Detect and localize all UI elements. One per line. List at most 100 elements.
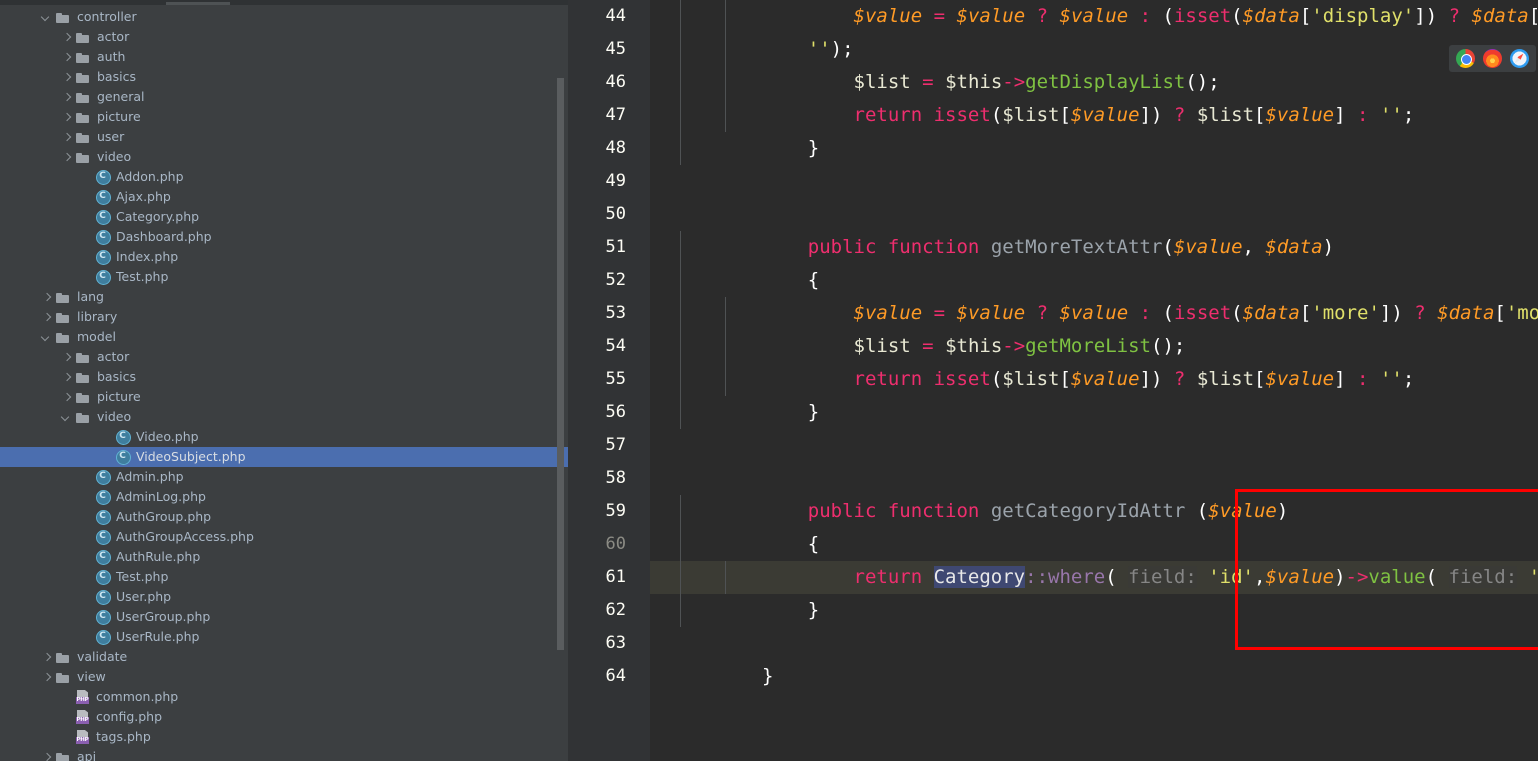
chevron-right-icon[interactable] [60, 91, 73, 104]
chevron-right-icon[interactable] [40, 651, 53, 664]
code-line-49[interactable] [762, 198, 1538, 231]
tree-item-basics[interactable]: basics [0, 367, 568, 387]
code-line-45[interactable]: $list = $this->getDisplayList(); [762, 66, 1538, 99]
chevron-right-icon[interactable] [60, 71, 73, 84]
code-line-54[interactable]: return isset($list[$value]) ? $list[$val… [762, 363, 1538, 396]
code-line-60[interactable]: return Category::where( field: 'id',$val… [762, 561, 1538, 594]
tree-item-video[interactable]: video [0, 407, 568, 427]
project-tree-panel[interactable]: controller actor auth basics general picture u… [0, 0, 568, 761]
chrome-icon[interactable] [1456, 49, 1475, 68]
tree-item-label: Video.php [136, 429, 199, 444]
chevron-down-icon[interactable] [40, 331, 53, 344]
tree-item-test-php[interactable]: Test.php [0, 567, 568, 587]
folder-icon [75, 370, 92, 384]
code-surface[interactable]: $value = $value ? $value : (isset($data[… [650, 0, 1538, 761]
chevron-right-icon[interactable] [60, 51, 73, 64]
browser-preview-bar[interactable] [1449, 45, 1536, 72]
chevron-right-icon[interactable] [40, 671, 53, 684]
tree-item-api[interactable]: api [0, 747, 568, 761]
tree-item-category-php[interactable]: Category.php [0, 207, 568, 227]
tree-item-model[interactable]: model [0, 327, 568, 347]
tree-item-library[interactable]: library [0, 307, 568, 327]
tree-item-admin-php[interactable]: Admin.php [0, 467, 568, 487]
chevron-right-icon[interactable] [60, 31, 73, 44]
chevron-right-icon[interactable] [60, 371, 73, 384]
tree-item-addon-php[interactable]: Addon.php [0, 167, 568, 187]
chevron-right-icon[interactable] [60, 151, 73, 164]
code-line-63[interactable]: } [762, 660, 1538, 693]
tree-item-authrule-php[interactable]: AuthRule.php [0, 547, 568, 567]
folder-icon [75, 70, 92, 84]
tree-item-lang[interactable]: lang [0, 287, 568, 307]
tree-item-userrule-php[interactable]: UserRule.php [0, 627, 568, 647]
code-line-51[interactable]: { [762, 264, 1538, 297]
code-line-47[interactable]: } [762, 132, 1538, 165]
line-number-55: 55 [605, 369, 626, 389]
chevron-down-icon[interactable] [60, 411, 73, 424]
chevron-down-icon[interactable] [40, 11, 53, 24]
tree-item-actor[interactable]: actor [0, 27, 568, 47]
tree-item-authgroupaccess-php[interactable]: AuthGroupAccess.php [0, 527, 568, 547]
code-line-58[interactable]: public function getCategoryIdAttr ($valu… [762, 495, 1538, 528]
tree-item-label: User.php [116, 589, 172, 604]
tree-item-validate[interactable]: validate [0, 647, 568, 667]
code-line-46[interactable]: return isset($list[$value]) ? $list[$val… [762, 99, 1538, 132]
spacer-icon [80, 491, 93, 504]
php-class-icon [95, 469, 111, 485]
firefox-icon[interactable] [1483, 49, 1502, 68]
tree-item-videosubject-php[interactable]: VideoSubject.php [0, 447, 568, 467]
tree-item-basics[interactable]: basics [0, 67, 568, 87]
tree-item-authgroup-php[interactable]: AuthGroup.php [0, 507, 568, 527]
safari-icon[interactable] [1510, 49, 1529, 68]
code-line-59[interactable]: { [762, 528, 1538, 561]
tree-item-user[interactable]: user [0, 127, 568, 147]
tree-item-auth[interactable]: auth [0, 47, 568, 67]
code-line-57[interactable] [762, 462, 1538, 495]
tree-item-picture[interactable]: picture [0, 107, 568, 127]
tree-item-ajax-php[interactable]: Ajax.php [0, 187, 568, 207]
php-class-icon [95, 589, 111, 605]
tree-item-dashboard-php[interactable]: Dashboard.php [0, 227, 568, 247]
tree-item-view[interactable]: view [0, 667, 568, 687]
chevron-right-icon[interactable] [40, 291, 53, 304]
code-line-56[interactable] [762, 429, 1538, 462]
php-class-icon [115, 449, 131, 465]
chevron-right-icon[interactable] [40, 311, 53, 324]
code-line-44-wrapped[interactable]: ''); [762, 33, 1538, 66]
tree-item-usergroup-php[interactable]: UserGroup.php [0, 607, 568, 627]
code-editor[interactable]: 44 45 46 47 48 49 50 51 52 53 54 55 56 57 58 59 60 61 62 63… [568, 0, 1538, 761]
php-class-icon [95, 569, 111, 585]
tree-item-user-php[interactable]: User.php [0, 587, 568, 607]
tree-item-adminlog-php[interactable]: AdminLog.php [0, 487, 568, 507]
chevron-right-icon[interactable] [60, 131, 73, 144]
code-line-55[interactable]: } [762, 396, 1538, 429]
code-lines[interactable]: $value = $value ? $value : (isset($data[… [762, 0, 1538, 761]
tree-item-controller[interactable]: controller [0, 7, 568, 27]
code-line-48[interactable] [762, 165, 1538, 198]
chevron-right-icon[interactable] [60, 111, 73, 124]
sidebar-scrollbar-thumb[interactable] [557, 78, 564, 650]
tree-item-tags-php[interactable]: tags.php [0, 727, 568, 747]
folder-icon [75, 390, 92, 404]
tree-item-test-php[interactable]: Test.php [0, 267, 568, 287]
chevron-right-icon[interactable] [60, 391, 73, 404]
code-line-64[interactable] [762, 693, 1538, 726]
tree-item-video[interactable]: video [0, 147, 568, 167]
code-line-53[interactable]: $list = $this->getMoreList(); [762, 330, 1538, 363]
tree-item-actor[interactable]: actor [0, 347, 568, 367]
tree-item-index-php[interactable]: Index.php [0, 247, 568, 267]
code-line-52[interactable]: $value = $value ? $value : (isset($data[… [762, 297, 1538, 330]
code-line-44[interactable]: $value = $value ? $value : (isset($data[… [762, 0, 1538, 33]
line-number-column: 44 45 46 47 48 49 50 51 52 53 54 55 56 57 58 59 60 61 62 63… [568, 0, 650, 693]
tree-item-video-php[interactable]: Video.php [0, 427, 568, 447]
tree-item-common-php[interactable]: common.php [0, 687, 568, 707]
code-line-50[interactable]: public function getMoreTextAttr($value, … [762, 231, 1538, 264]
chevron-right-icon[interactable] [60, 351, 73, 364]
code-line-62[interactable] [762, 627, 1538, 660]
tree-item-config-php[interactable]: config.php [0, 707, 568, 727]
chevron-right-icon[interactable] [40, 751, 53, 761]
code-line-61[interactable]: } [762, 594, 1538, 627]
tree-item-general[interactable]: general [0, 87, 568, 107]
tree-item-picture[interactable]: picture [0, 387, 568, 407]
file-tree[interactable]: controller actor auth basics general picture u… [0, 7, 568, 761]
